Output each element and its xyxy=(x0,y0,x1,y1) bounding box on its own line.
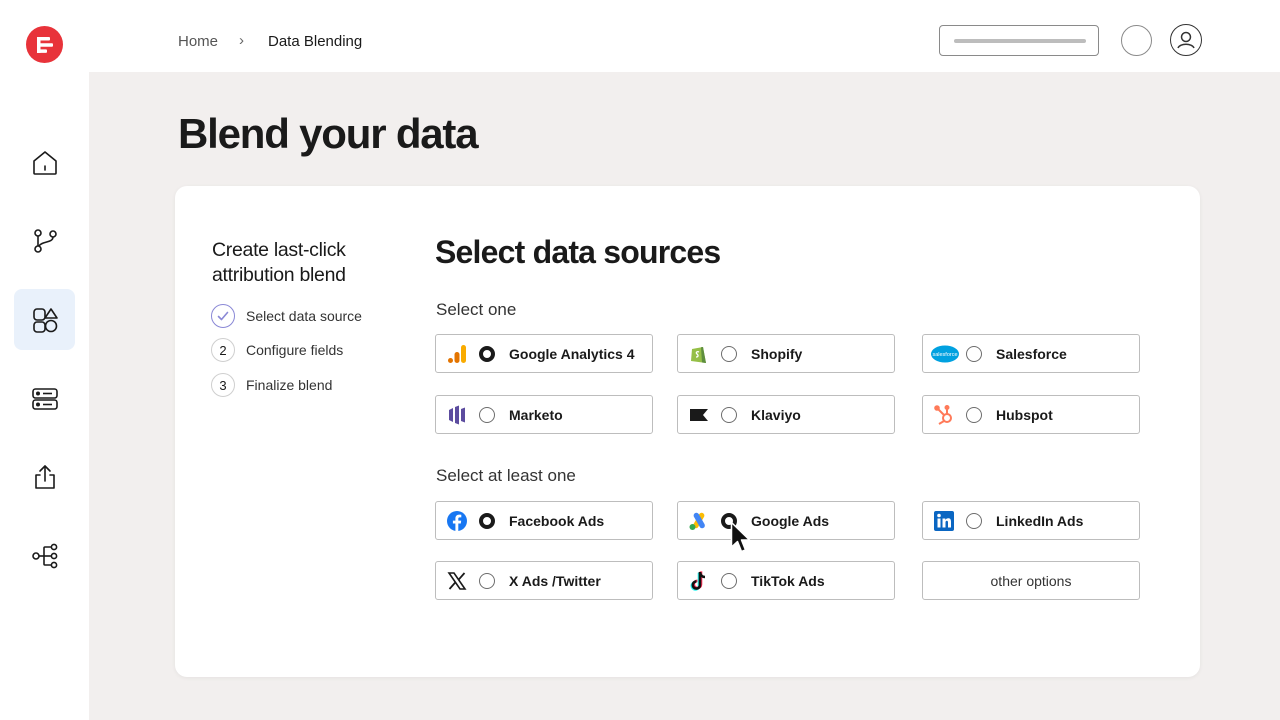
step-check-icon xyxy=(211,304,235,328)
steps-title: Create last-click attribution blend xyxy=(212,239,346,286)
tiktok-icon xyxy=(688,570,710,592)
step-label: Finalize blend xyxy=(246,377,333,393)
salesforce-icon: salesforce xyxy=(930,343,960,365)
marketo-icon xyxy=(446,404,468,426)
group-label-select-at-least-one: Select at least one xyxy=(436,466,576,485)
page-title: Blend your data xyxy=(178,110,479,157)
klaviyo-icon xyxy=(688,404,710,426)
facebook-icon xyxy=(446,510,468,532)
circle-icon[interactable] xyxy=(1121,25,1152,56)
brand-logo-icon[interactable] xyxy=(26,26,63,63)
option-marketo[interactable]: Marketo xyxy=(435,395,653,434)
radio-button[interactable] xyxy=(966,513,982,529)
top-header: Home › Data Blending xyxy=(89,0,1280,72)
shopify-icon xyxy=(688,343,710,365)
radio-button[interactable] xyxy=(479,346,495,362)
linkedin-icon xyxy=(933,510,955,532)
nav-shapes[interactable] xyxy=(14,289,75,350)
nav-branch[interactable] xyxy=(14,210,75,271)
main-content: Blend your data Create last-click attrib… xyxy=(89,72,1280,720)
option-label: Hubspot xyxy=(996,407,1053,423)
x-icon xyxy=(446,570,468,592)
option-label: LinkedIn Ads xyxy=(996,513,1084,529)
option-label: X Ads /Twitter xyxy=(509,573,601,589)
breadcrumb-home[interactable]: Home xyxy=(178,33,218,50)
step-number: 2 xyxy=(211,338,235,362)
radio-button[interactable] xyxy=(966,346,982,362)
search-input[interactable] xyxy=(939,25,1099,56)
option-facebook-ads[interactable]: Facebook Ads xyxy=(435,501,653,540)
nav-upload[interactable] xyxy=(14,446,75,507)
radio-button[interactable] xyxy=(479,573,495,589)
option-label: Marketo xyxy=(509,407,563,423)
option-google-ads[interactable]: Google Ads xyxy=(677,501,895,540)
option-google-analytics[interactable]: Google Analytics 4 xyxy=(435,334,653,373)
google-ads-icon xyxy=(688,510,710,532)
option-klaviyo[interactable]: Klaviyo xyxy=(677,395,895,434)
radio-button[interactable] xyxy=(479,513,495,529)
step-select-source[interactable]: Select data source xyxy=(211,304,362,328)
option-label: Klaviyo xyxy=(751,407,801,423)
option-shopify[interactable]: Shopify xyxy=(677,334,895,373)
user-icon[interactable] xyxy=(1170,24,1202,56)
step-label: Configure fields xyxy=(246,342,344,358)
sidebar xyxy=(0,0,89,720)
breadcrumb-current: Data Blending xyxy=(268,33,363,50)
step-number: 3 xyxy=(211,373,235,397)
option-label: Salesforce xyxy=(996,346,1067,362)
search-placeholder-bar xyxy=(954,39,1086,43)
group-label-select-one: Select one xyxy=(436,300,517,319)
section-title: Select data sources xyxy=(435,234,721,270)
step-finalize-blend[interactable]: 3 Finalize blend xyxy=(211,373,332,397)
option-tiktok-ads[interactable]: TikTok Ads xyxy=(677,561,895,600)
option-x-ads[interactable]: X Ads /Twitter xyxy=(435,561,653,600)
radio-button[interactable] xyxy=(479,407,495,423)
step-label: Select data source xyxy=(246,308,362,324)
flow-icon xyxy=(31,543,57,568)
step-configure-fields[interactable]: 2 Configure fields xyxy=(211,338,343,362)
option-label: Shopify xyxy=(751,346,803,362)
svg-text:salesforce: salesforce xyxy=(932,352,957,358)
other-options-button[interactable]: other options xyxy=(922,561,1140,600)
shapes-icon xyxy=(32,307,58,333)
option-linkedin-ads[interactable]: LinkedIn Ads xyxy=(922,501,1140,540)
nav-flow[interactable] xyxy=(14,525,75,586)
blend-card: Create last-click attribution blend Sele… xyxy=(175,186,1200,677)
nav-home[interactable] xyxy=(14,132,75,193)
nav-server[interactable] xyxy=(14,368,75,429)
radio-button[interactable] xyxy=(721,346,737,362)
radio-button[interactable] xyxy=(721,407,737,423)
option-salesforce[interactable]: salesforce Salesforce xyxy=(922,334,1140,373)
radio-button[interactable] xyxy=(966,407,982,423)
option-label: Google Analytics 4 xyxy=(509,346,635,362)
option-label: Facebook Ads xyxy=(509,513,605,529)
radio-button[interactable] xyxy=(721,573,737,589)
server-icon xyxy=(31,387,58,410)
upload-icon xyxy=(34,464,55,489)
google-analytics-icon xyxy=(446,343,468,365)
option-label: other options xyxy=(990,573,1072,589)
option-hubspot[interactable]: Hubspot xyxy=(922,395,1140,434)
hubspot-icon xyxy=(933,404,955,426)
branch-icon xyxy=(33,228,57,253)
home-icon xyxy=(32,150,57,175)
option-label: TikTok Ads xyxy=(751,573,825,589)
mouse-cursor-icon xyxy=(730,521,754,555)
breadcrumb-separator-icon: › xyxy=(239,32,244,49)
option-label: Google Ads xyxy=(751,513,830,529)
